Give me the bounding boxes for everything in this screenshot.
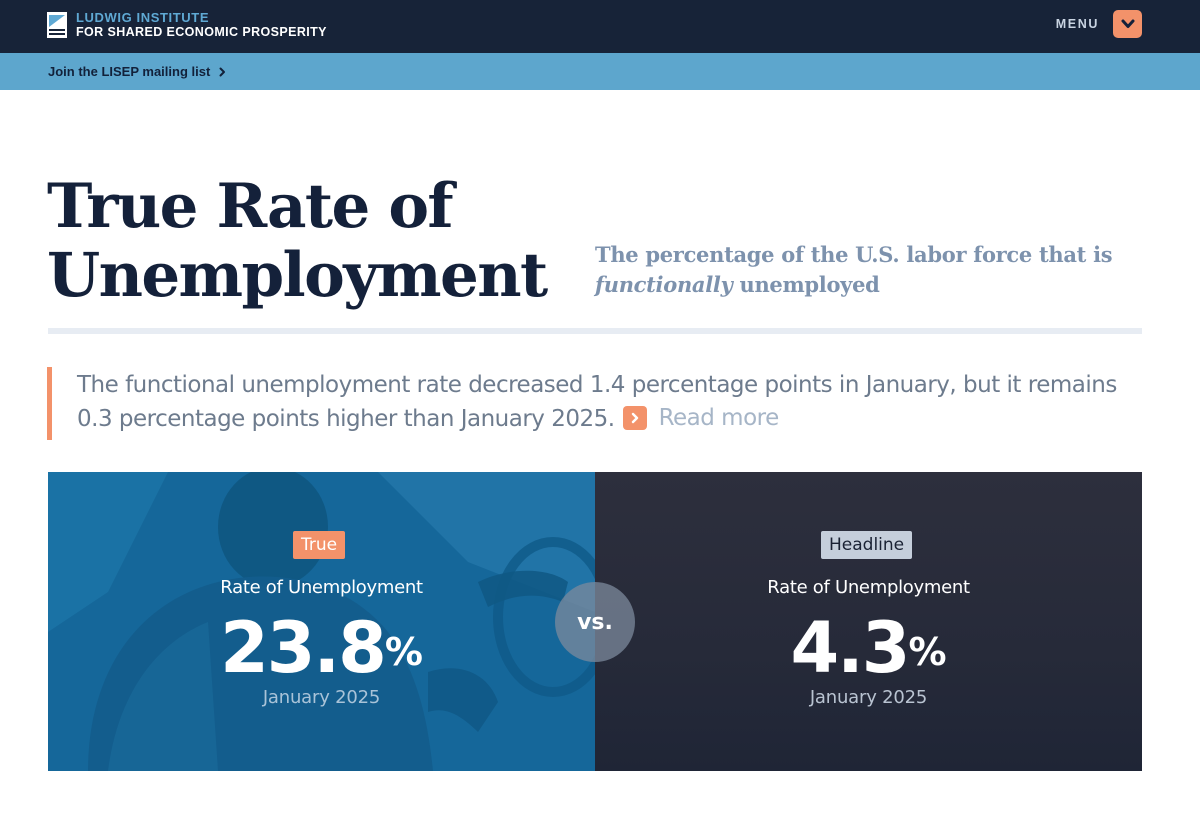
lisep-logo[interactable]: LUDWIG INSTITUTE FOR SHARED ECONOMIC PRO…	[47, 10, 327, 40]
true-rate-stat: True Rate of Unemployment 23.8% January …	[48, 472, 595, 771]
read-more-link[interactable]: Read more	[622, 401, 780, 435]
headline-rate-stat: Headline Rate of Unemployment 4.3% Janua…	[595, 472, 1142, 771]
mailing-list-text[interactable]: Join the LISEP mailing list	[48, 64, 210, 79]
menu-button[interactable]	[1113, 10, 1142, 38]
page-title-line-2: Unemployment	[47, 240, 548, 311]
chevron-down-icon	[1121, 19, 1134, 28]
true-rate-label: Rate of Unemployment	[220, 577, 423, 598]
true-rate-unit: %	[384, 630, 423, 674]
top-navigation-bar: LUDWIG INSTITUTE FOR SHARED ECONOMIC PRO…	[0, 0, 1200, 53]
subtitle-part-2: unemployed	[732, 272, 880, 297]
mailing-list-bar: Join the LISEP mailing list	[0, 53, 1200, 90]
menu-label[interactable]: MENU	[1056, 17, 1099, 31]
true-rate-value: 23.8%	[48, 610, 595, 686]
subtitle-emphasis: functionally	[595, 272, 733, 297]
headline-rate-panel: Headline Rate of Unemployment 4.3% Janua…	[595, 472, 1142, 771]
headline-rate-number: 4.3	[790, 607, 910, 689]
section-divider	[48, 328, 1142, 334]
true-badge: True	[293, 531, 346, 559]
menu-toggle[interactable]: MENU	[1056, 10, 1142, 38]
true-rate-number: 23.8	[220, 607, 387, 689]
vs-circle: vs.	[555, 582, 635, 662]
read-more-text[interactable]: Read more	[659, 401, 780, 435]
logo-mark-icon	[47, 12, 67, 38]
headline-rate-value: 4.3%	[595, 610, 1142, 686]
chevron-right-icon	[219, 67, 226, 76]
true-rate-panel: True Rate of Unemployment 23.8% January …	[48, 472, 595, 771]
headline-badge: Headline	[821, 531, 913, 559]
chevron-right-icon[interactable]	[622, 405, 647, 430]
page-title: True Rate of Unemployment	[47, 171, 548, 311]
logo-wordmark: LUDWIG INSTITUTE FOR SHARED ECONOMIC PRO…	[76, 11, 327, 39]
unemployment-comparison: True Rate of Unemployment 23.8% January …	[48, 472, 1142, 771]
logo-line-1: LUDWIG INSTITUTE	[76, 10, 210, 26]
summary-callout: The functional unemployment rate decreas…	[77, 368, 1147, 437]
headline-rate-date: January 2025	[809, 687, 928, 708]
true-rate-date: January 2025	[262, 687, 381, 708]
subtitle-part-1: The percentage of the U.S. labor force t…	[595, 242, 1113, 267]
headline-rate-unit: %	[908, 630, 947, 674]
page-title-line-1: True Rate of	[47, 171, 454, 242]
logo-line-2: FOR SHARED ECONOMIC PROSPERITY	[76, 25, 327, 40]
mailing-list-link[interactable]: Join the LISEP mailing list	[48, 64, 226, 79]
page-subtitle: The percentage of the U.S. labor force t…	[595, 240, 1135, 300]
headline-rate-label: Rate of Unemployment	[767, 577, 970, 598]
summary-text: The functional unemployment rate decreas…	[77, 372, 1117, 432]
summary-accent-bar	[47, 367, 52, 440]
